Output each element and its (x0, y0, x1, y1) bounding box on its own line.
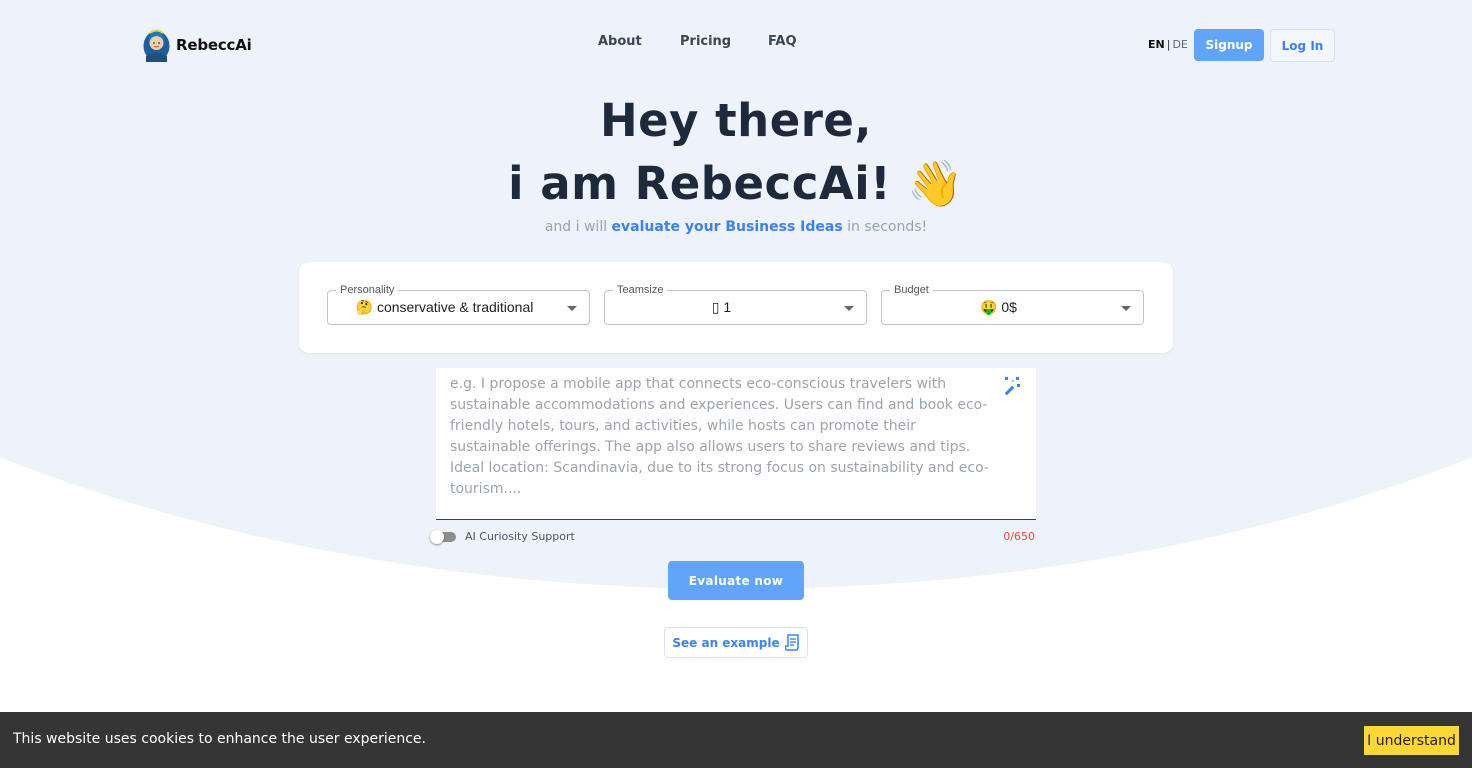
nav-pricing[interactable]: Pricing (680, 34, 731, 49)
character-counter: 0/650 (1003, 530, 1035, 543)
personality-value: 🤔 conservative & traditional (355, 299, 534, 315)
teamsize-label: Teamsize (613, 283, 668, 297)
receipt-icon (784, 634, 799, 651)
hero-title-line2: i am RebeccAi! 👋 (508, 157, 964, 210)
page: RebeccAi About Pricing FAQ EN | DE Signup … (0, 0, 1472, 768)
personality-label: Personality (336, 283, 399, 297)
magic-wand-icon[interactable] (1002, 376, 1022, 396)
cookie-banner: This website uses cookies to enhance the… (0, 712, 1472, 768)
business-idea-input[interactable] (436, 368, 1036, 519)
options-card: Personality 🤔 conservative & traditional… (299, 262, 1173, 353)
see-example-button[interactable]: See an example (664, 627, 808, 658)
personality-select[interactable]: Personality 🤔 conservative & traditional (327, 283, 590, 325)
brand-name: RebeccAi (176, 36, 252, 54)
hero-title-line1: Hey there, (599, 94, 873, 147)
nav-about[interactable]: About (598, 34, 642, 49)
see-example-label: See an example (672, 635, 780, 650)
rebecca-avatar-icon (143, 29, 170, 62)
nav-faq[interactable]: FAQ (768, 34, 797, 49)
brand-logo[interactable]: RebeccAi (142, 28, 252, 62)
toggle-knob (430, 530, 444, 544)
idea-input-wrapper (436, 368, 1036, 520)
hero-subtitle-post: in seconds! (842, 219, 928, 235)
login-button[interactable]: Log In (1270, 29, 1335, 62)
language-switcher: EN | DE (1148, 38, 1188, 51)
dropdown-arrow-icon (1121, 306, 1131, 311)
ai-curiosity-label: AI Curiosity Support (465, 530, 575, 543)
lang-en[interactable]: EN (1148, 38, 1165, 51)
budget-label: Budget (890, 283, 933, 297)
teamsize-value: ▯ 1 (711, 299, 732, 315)
dropdown-arrow-icon (844, 306, 854, 311)
teamsize-select[interactable]: Teamsize ▯ 1 (604, 283, 867, 325)
budget-select[interactable]: Budget 🤑 0$ (881, 283, 1144, 325)
evaluate-button[interactable]: Evaluate now (668, 561, 804, 600)
hero-subtitle-highlight: evaluate your Business Ideas (611, 219, 843, 235)
lang-de[interactable]: DE (1172, 38, 1187, 51)
ai-curiosity-toggle[interactable] (430, 530, 456, 544)
lang-separator: | (1166, 38, 1171, 51)
signup-button[interactable]: Signup (1194, 29, 1264, 61)
cookie-message: This website uses cookies to enhance the… (13, 731, 426, 747)
hero-subtitle-pre: and i will (544, 219, 612, 235)
hero-subtitle: and i will evaluate your Business Ideas … (0, 219, 1472, 235)
budget-value: 🤑 0$ (980, 299, 1017, 315)
dropdown-arrow-icon (567, 306, 577, 311)
cookie-accept-button[interactable]: I understand (1364, 726, 1459, 755)
